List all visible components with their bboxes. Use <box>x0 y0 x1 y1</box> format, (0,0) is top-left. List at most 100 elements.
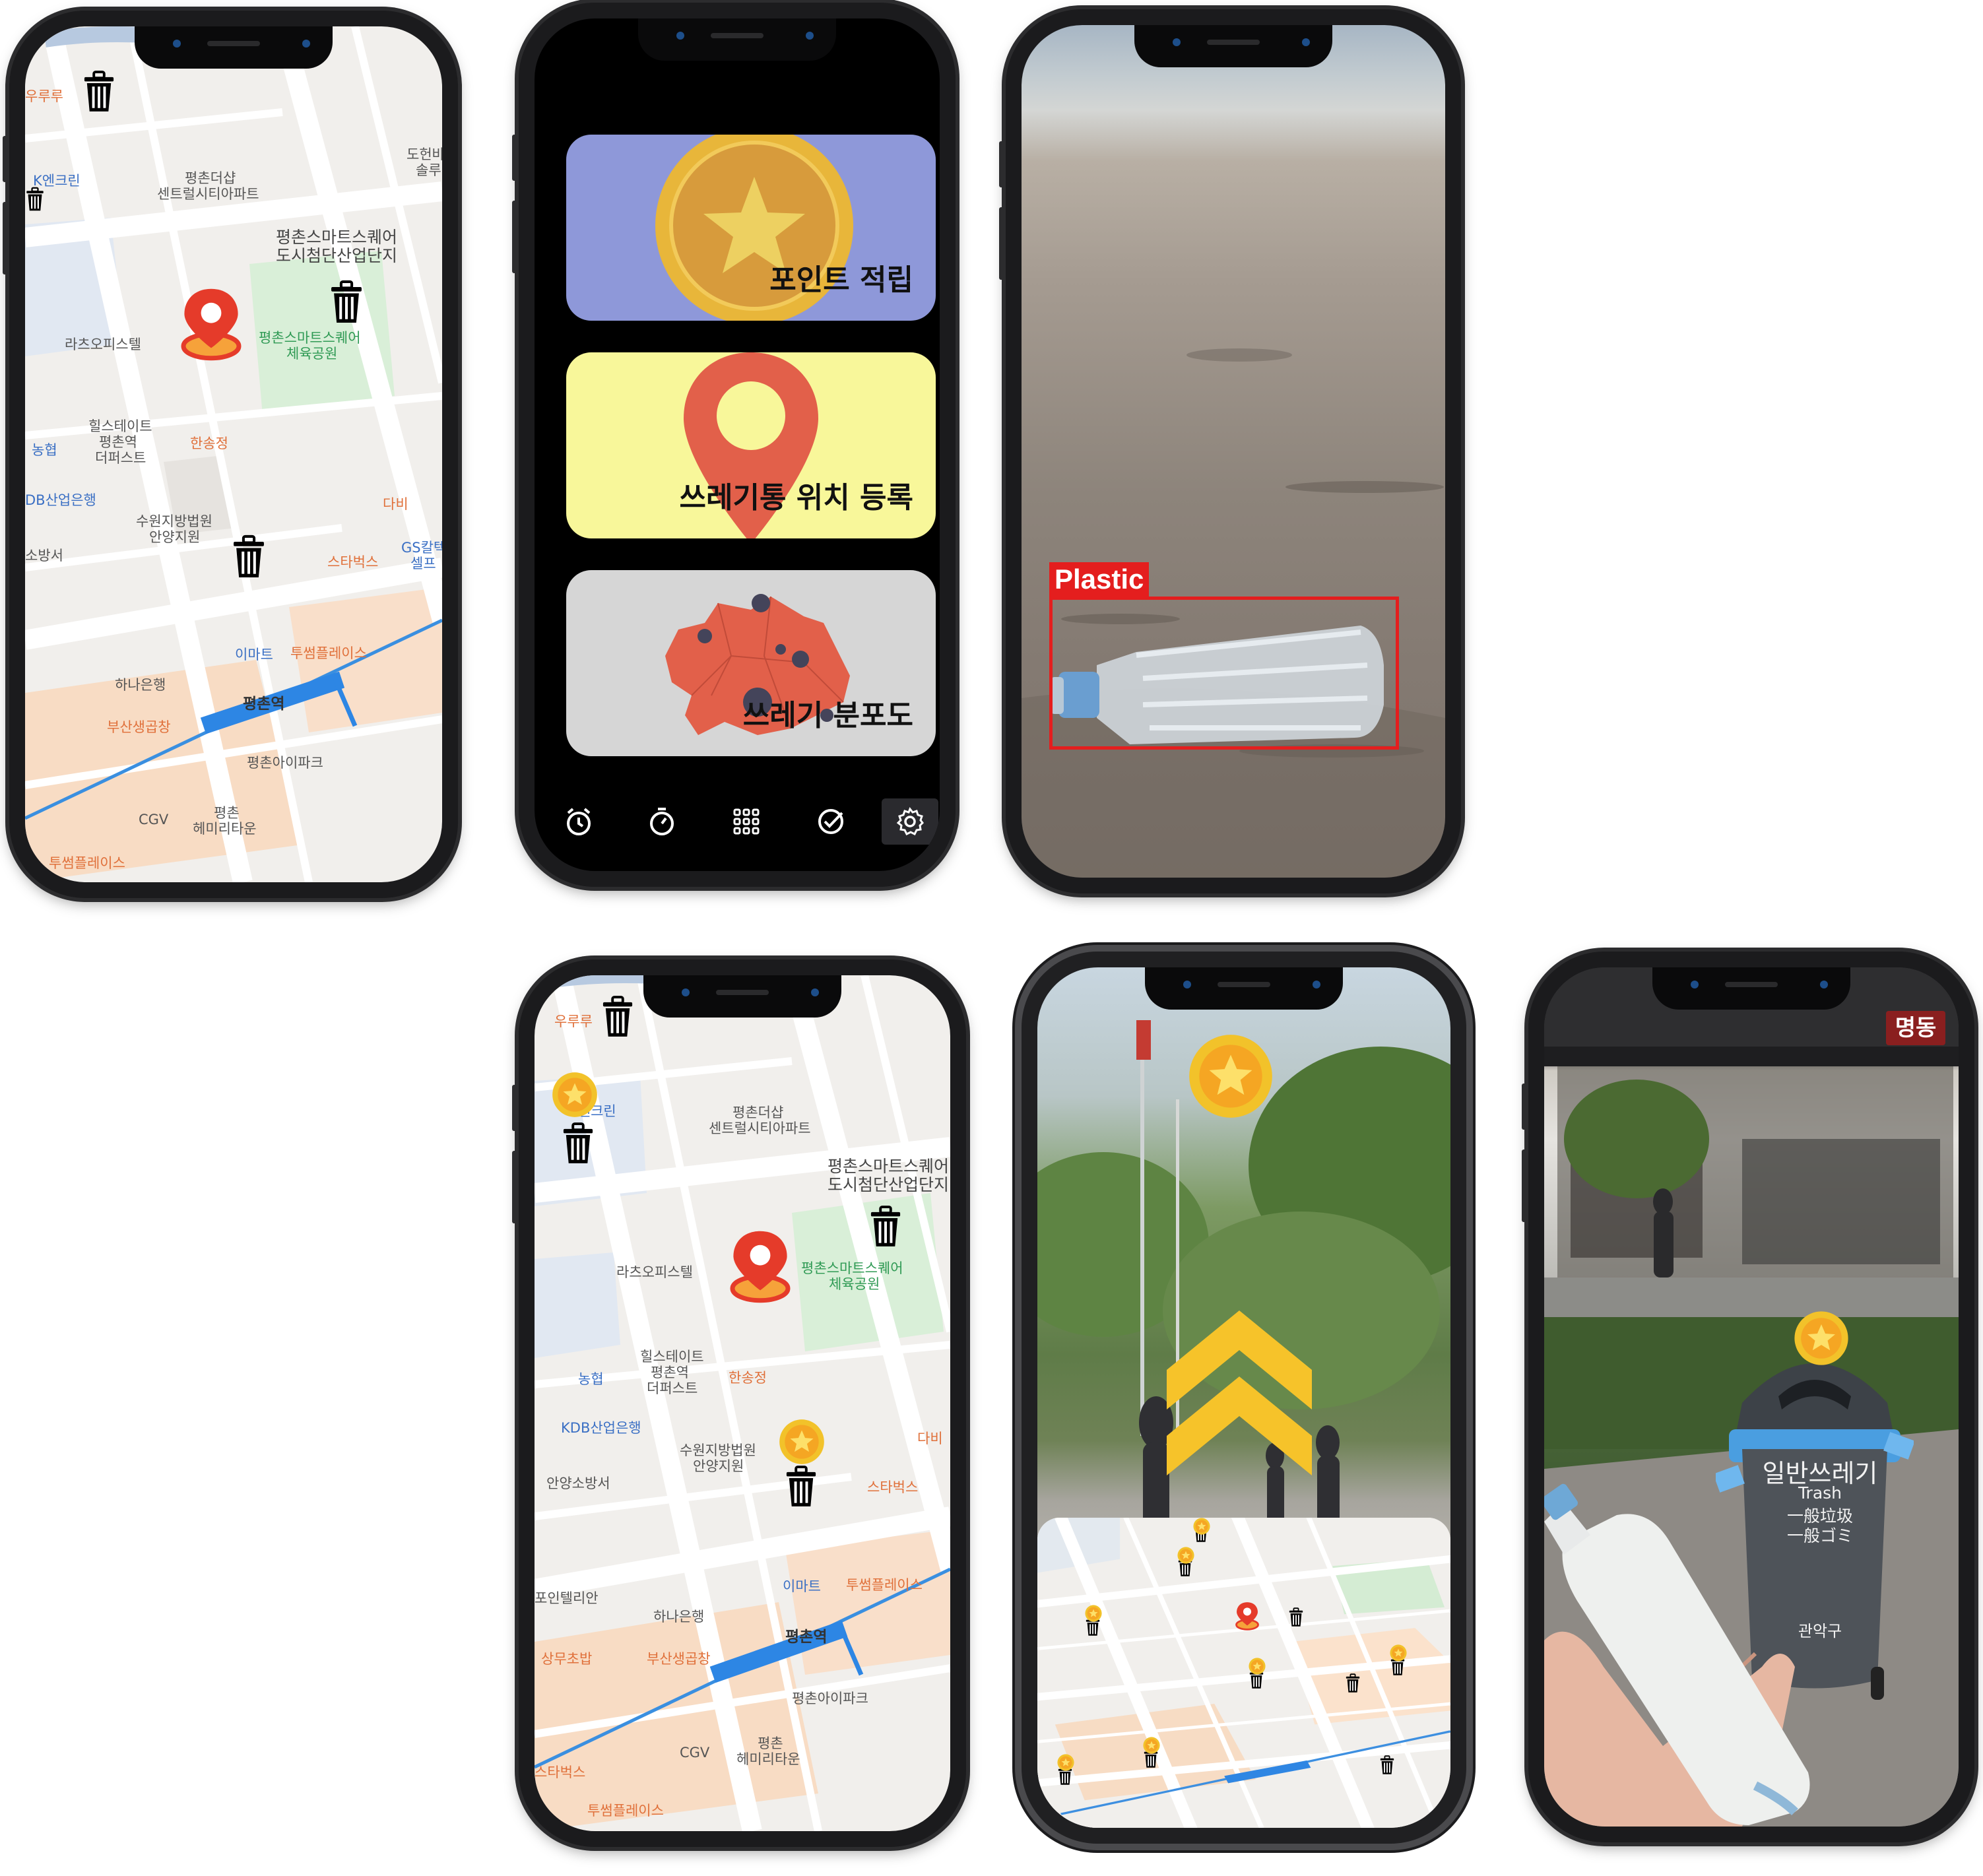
map-label: 평촌역 <box>651 1365 689 1380</box>
beach-camera-photo <box>1022 25 1445 878</box>
tab-alarm[interactable] <box>556 798 602 845</box>
check-circle-icon <box>818 809 843 834</box>
map-label: 우루루 <box>25 88 63 104</box>
map-label: 안양지원 <box>149 529 201 545</box>
map-canvas[interactable]: 우루루 K엔크린 평촌더샵 센트럴시티아파트 도헌바 솔루 평촌스마트스퀘어 도… <box>25 26 442 882</box>
map-label: 다비 <box>383 496 408 512</box>
map-label: 스타벅스 <box>327 554 379 570</box>
trash-bin-marker-icon[interactable] <box>868 1205 903 1248</box>
trash-bin-marker-icon[interactable] <box>601 995 635 1039</box>
tab-settings[interactable] <box>882 798 938 845</box>
map-label: 투썸플레이스 <box>587 1803 664 1819</box>
minimap-roads <box>1037 1518 1450 1828</box>
tab-stopwatch[interactable] <box>639 798 685 845</box>
ar-camera-screen: 명동 일반쓰레기 Trash 一般垃圾 一般ゴミ 관악구 <box>1544 967 1959 1827</box>
map-label: CGV <box>680 1745 710 1761</box>
park-camera-photo <box>1037 967 1450 1828</box>
map-label: 포인텔리안 <box>535 1590 599 1606</box>
map-label: GS칼텍스 <box>401 540 442 556</box>
map-label: 소방서 <box>25 548 63 564</box>
trash-bin-marker-icon[interactable] <box>561 1122 595 1165</box>
map-label: 힐스테이트 <box>88 418 152 434</box>
earn-points-card[interactable]: 포인트 적립 <box>566 135 936 321</box>
camera-screen: Plastic <box>1022 25 1445 878</box>
map-label: 힐스테이트 <box>640 1349 704 1365</box>
map-label: 투썸플레이스 <box>49 855 125 871</box>
detection-bounding-box <box>1049 597 1399 750</box>
map-label: 스타벅스 <box>535 1764 586 1780</box>
map-label: 솔루 <box>416 162 441 178</box>
trash-bin-marker-icon[interactable] <box>82 70 116 113</box>
map-label: 도시첨단산업단지 <box>828 1175 950 1194</box>
phone-ar-navigation-view <box>1022 952 1466 1844</box>
street-camera-photo: 명동 일반쓰레기 Trash 一般垃圾 一般ゴミ 관악구 <box>1544 967 1959 1827</box>
map-label: 스타벅스 <box>867 1479 919 1495</box>
map-label: 평촌 <box>214 805 240 821</box>
trash-bin-marker-icon[interactable] <box>25 178 45 220</box>
phone-notch <box>1145 967 1343 1010</box>
ar-minimap[interactable] <box>1037 1518 1450 1828</box>
map-label: DB산업은행 <box>25 492 96 508</box>
map-label: 도시첨단산업단지 <box>276 246 398 265</box>
point-coin-marker-icon <box>1193 1518 1210 1535</box>
map-label: 평촌아이파크 <box>792 1691 868 1706</box>
point-coin-target-icon[interactable] <box>1188 1033 1274 1119</box>
map-label: 평촌스마트스퀘어 <box>276 228 398 247</box>
phone-notch <box>1652 967 1850 1010</box>
map-label: 센트럴시티아파트 <box>709 1120 811 1136</box>
tab-grid[interactable] <box>723 798 769 845</box>
map-label: 투썸플레이스 <box>846 1577 923 1593</box>
ar-camera-screen <box>1037 967 1450 1828</box>
gear-icon <box>896 807 924 836</box>
register-trash-bin-card[interactable]: 쓰레기통 위치 등록 <box>566 352 936 538</box>
point-coin-marker-icon <box>1390 1644 1407 1662</box>
map-label: 한송정 <box>729 1370 767 1386</box>
tab-check[interactable] <box>808 798 854 845</box>
map-label: 라츠오피스텔 <box>616 1264 693 1280</box>
ar-direction-arrow-icon <box>1167 1310 1312 1475</box>
map-label: 평촌역 <box>243 695 285 713</box>
phone-map-view: 우루루 K엔크린 평촌더샵 센트럴시티아파트 도헌바 솔루 평촌스마트스퀘어 도… <box>3 11 458 898</box>
current-location-pin-icon[interactable] <box>174 278 248 370</box>
map-label: 하나은행 <box>653 1609 705 1625</box>
phone-notch <box>638 18 836 61</box>
map-screen[interactable]: 우루루 K엔크린 평촌더샵 센트럴시티아파트 평촌스마트스퀘어 도시첨단산업단지… <box>535 975 950 1831</box>
map-label: 체육공원 <box>286 346 338 362</box>
map-label: 평촌스마트스퀘어 <box>828 1157 950 1176</box>
trash-bin-marker-icon[interactable] <box>329 280 364 325</box>
map-label: 다비 <box>917 1431 943 1446</box>
point-coin-marker-icon <box>1085 1605 1102 1622</box>
trash-bin-marker-icon <box>1288 1607 1304 1627</box>
current-location-pin-icon[interactable] <box>723 1221 797 1312</box>
phone-menu-view: 포인트 적립 쓰레기통 위치 등록 쓰레기 분포도 <box>512 3 956 887</box>
point-coin-marker-icon <box>1143 1737 1160 1754</box>
map-label: 안양소방서 <box>546 1475 610 1491</box>
trash-bin-marker-icon[interactable] <box>784 1465 818 1508</box>
earn-points-label: 포인트 적립 <box>769 263 913 297</box>
map-label: 체육공원 <box>829 1276 880 1292</box>
map-label: 더퍼스트 <box>647 1380 698 1396</box>
map-label: 안양지원 <box>693 1458 744 1474</box>
point-coin-marker-icon <box>1057 1754 1074 1771</box>
trash-bin-marker-icon <box>1379 1755 1395 1775</box>
phone-detection-view: Plastic <box>999 9 1461 893</box>
hand-holding-bottle-image <box>1544 1483 1810 1827</box>
map-label: 평촌아이파크 <box>247 755 323 771</box>
map-label: 투썸플레이스 <box>290 645 367 661</box>
map-roads <box>25 26 442 882</box>
trash-bin-marker-icon <box>1345 1673 1361 1693</box>
map-label: 부산생곱창 <box>107 719 171 735</box>
point-coin-target-icon[interactable] <box>1794 1310 1849 1366</box>
phone-notch <box>643 975 841 1018</box>
map-label: 라츠오피스텔 <box>65 337 141 352</box>
map-label: 평촌더샵 <box>185 170 236 186</box>
trash-bin-marker-icon[interactable] <box>231 534 267 579</box>
point-coin-marker-icon <box>1249 1658 1266 1675</box>
map-canvas[interactable]: 우루루 K엔크린 평촌더샵 센트럴시티아파트 평촌스마트스퀘어 도시첨단산업단지… <box>535 975 950 1831</box>
map-screen[interactable]: 우루루 K엔크린 평촌더샵 센트럴시티아파트 도헌바 솔루 평촌스마트스퀘어 도… <box>25 26 442 882</box>
map-label: 셀프 <box>410 556 436 571</box>
point-coin-marker-icon[interactable] <box>779 1419 825 1465</box>
map-label: 평촌 <box>758 1735 783 1751</box>
point-coin-marker-icon[interactable] <box>552 1072 598 1118</box>
trash-distribution-card[interactable]: 쓰레기 분포도 <box>566 570 936 756</box>
